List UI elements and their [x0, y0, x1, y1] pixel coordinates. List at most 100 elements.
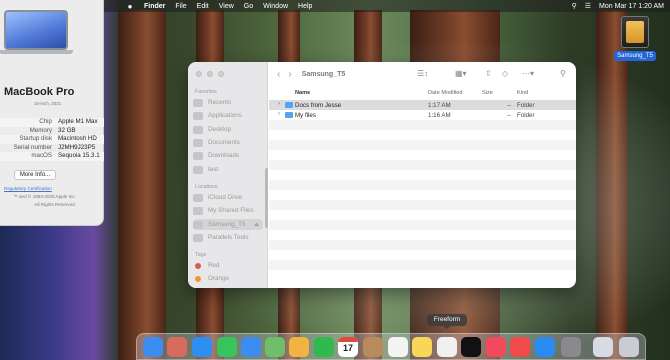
dock-news-icon[interactable]: [510, 337, 530, 357]
apple-menu-icon[interactable]: ●: [126, 2, 134, 11]
external-drive-icon: [193, 220, 203, 229]
menu-go[interactable]: Go: [244, 3, 253, 10]
column-kind[interactable]: Kind: [517, 90, 528, 96]
sidebar-tag-orange[interactable]: Orange: [193, 273, 263, 284]
dock-trash-icon[interactable]: [619, 337, 639, 357]
search-icon[interactable]: ⚲: [560, 69, 566, 78]
menu-app-name[interactable]: Finder: [144, 3, 165, 10]
spec-row: Chip Apple M1 Max: [0, 118, 104, 127]
control-center-icon[interactable]: ☰: [585, 2, 591, 10]
column-date-modified[interactable]: Date Modified: [428, 90, 463, 96]
sidebar-item-label: Documents: [208, 139, 240, 146]
zoom-button[interactable]: [218, 71, 224, 77]
empty-row: [269, 120, 576, 130]
empty-row: [269, 180, 576, 190]
file-modified: 1:16 AM: [428, 111, 451, 119]
dock-contacts-icon[interactable]: [363, 337, 383, 357]
sidebar-item-shared-files[interactable]: My Shared Files: [193, 205, 263, 216]
dock-calendar-icon[interactable]: 17: [338, 337, 358, 357]
model-title: MacBook Pro: [4, 86, 75, 98]
list-view-icon[interactable]: ☰↕: [417, 69, 428, 78]
empty-row: [269, 260, 576, 270]
menu-clock[interactable]: Mon Mar 17 1:20 AM: [599, 3, 664, 10]
sidebar-item-recents[interactable]: Recents: [193, 97, 263, 108]
share-icon[interactable]: ⇧: [485, 69, 492, 78]
eject-icon[interactable]: ⏏: [254, 222, 259, 228]
sidebar-item-desktop[interactable]: Desktop: [193, 124, 263, 135]
sidebar-item-label: Recents: [208, 99, 232, 106]
dock-system-settings-icon[interactable]: [561, 337, 581, 357]
rights-text: All Rights Reserved.: [34, 202, 76, 207]
dock-finder-icon[interactable]: [143, 337, 163, 357]
dock-facetime-icon[interactable]: [314, 337, 334, 357]
dock-launchpad-icon[interactable]: [167, 337, 187, 357]
sidebar-item-samsung-t5[interactable]: Samsung_T5 ⏏: [193, 219, 263, 230]
dock-mail-icon[interactable]: [241, 337, 261, 357]
sidebar-section-locations: Locations: [195, 184, 218, 190]
sidebar-item-documents[interactable]: Documents: [193, 137, 263, 148]
sidebar-section-favorites: Favorites: [195, 89, 217, 95]
empty-row: [269, 210, 576, 220]
dock-music-icon[interactable]: [486, 337, 506, 357]
spotlight-icon[interactable]: ⚲: [572, 2, 577, 10]
dock-photos-icon[interactable]: [289, 337, 309, 357]
dock-app-store-icon[interactable]: [535, 337, 555, 357]
spec-value: 32 GB: [58, 126, 76, 134]
empty-row: [269, 130, 576, 140]
dock-reminders-icon[interactable]: [388, 337, 408, 357]
disclosure-chevron-icon[interactable]: ›: [278, 101, 280, 107]
dock-messages-icon[interactable]: [217, 337, 237, 357]
dock-preview-icon[interactable]: [593, 337, 613, 357]
menu-file[interactable]: File: [175, 3, 186, 10]
regulatory-link[interactable]: Regulatory Certification: [4, 186, 52, 191]
file-row[interactable]: › Docs from Jesse 1:17 AM -- Folder: [269, 100, 576, 110]
more-actions-icon[interactable]: ⋯▾: [522, 69, 534, 78]
about-this-mac-window: MacBook Pro 16-inch, 2021 Chip Apple M1 M…: [0, 0, 104, 226]
sidebar-item-test[interactable]: test: [193, 164, 263, 175]
sidebar-item-label: Samsung_T5: [208, 221, 246, 228]
desktop-disk-samsung[interactable]: Samsung_T5: [614, 16, 656, 62]
disclosure-chevron-icon[interactable]: ›: [278, 111, 280, 117]
dock-notes-icon[interactable]: [412, 337, 432, 357]
tag-icon[interactable]: ◇: [502, 69, 508, 78]
forward-arrow-icon[interactable]: ›: [288, 69, 291, 80]
sidebar-item-parallels-tools[interactable]: Parallels Tools: [193, 232, 263, 243]
spec-value: Sequoia 15.3.1: [58, 152, 100, 160]
sidebar-item-label: test: [208, 166, 219, 173]
sidebar-item-downloads[interactable]: Downloads: [193, 150, 263, 161]
menu-view[interactable]: View: [219, 3, 234, 10]
file-size: --: [507, 111, 512, 119]
downloads-icon: [193, 151, 203, 160]
file-kind: Folder: [517, 101, 535, 109]
dock-freeform-icon[interactable]: [437, 337, 457, 357]
spec-key: Serial number: [13, 143, 52, 151]
menu-help[interactable]: Help: [298, 3, 312, 10]
macbook-image: [0, 10, 73, 54]
group-icon[interactable]: ▦▾: [455, 69, 467, 78]
empty-row: [269, 250, 576, 260]
dock-safari-icon[interactable]: [192, 337, 212, 357]
column-size[interactable]: Size: [482, 90, 493, 96]
more-info-button[interactable]: More Info...: [14, 170, 56, 180]
menu-window[interactable]: Window: [263, 3, 288, 10]
close-button[interactable]: [196, 71, 202, 77]
file-row[interactable]: › My files 1:16 AM -- Folder: [269, 110, 576, 120]
sidebar-item-icloud[interactable]: iCloud Drive: [193, 192, 263, 203]
sidebar-scrollbar[interactable]: [265, 168, 268, 228]
column-name[interactable]: Name: [295, 90, 310, 96]
back-arrow-icon[interactable]: ‹: [277, 69, 280, 80]
menu-edit[interactable]: Edit: [197, 3, 209, 10]
sidebar-item-label: My Shared Files: [208, 207, 254, 214]
dock-maps-icon[interactable]: [265, 337, 285, 357]
spec-value: J2MH9J23P5: [58, 143, 96, 151]
sidebar-tag-red[interactable]: Red: [193, 260, 263, 271]
file-list: › Docs from Jesse 1:17 AM -- Folder › My…: [269, 100, 576, 280]
sidebar-item-label: Orange: [208, 275, 230, 282]
dock-apple-tv-icon[interactable]: [461, 337, 481, 357]
spec-row: macOS Sequoia 15.3.1: [0, 152, 104, 161]
sidebar-item-label: Applications: [208, 112, 242, 119]
file-name: Docs from Jesse: [295, 101, 342, 109]
sidebar-item-applications[interactable]: Applications: [193, 110, 263, 121]
minimize-button[interactable]: [207, 71, 213, 77]
sidebar-item-label: iCloud Drive: [208, 194, 243, 201]
